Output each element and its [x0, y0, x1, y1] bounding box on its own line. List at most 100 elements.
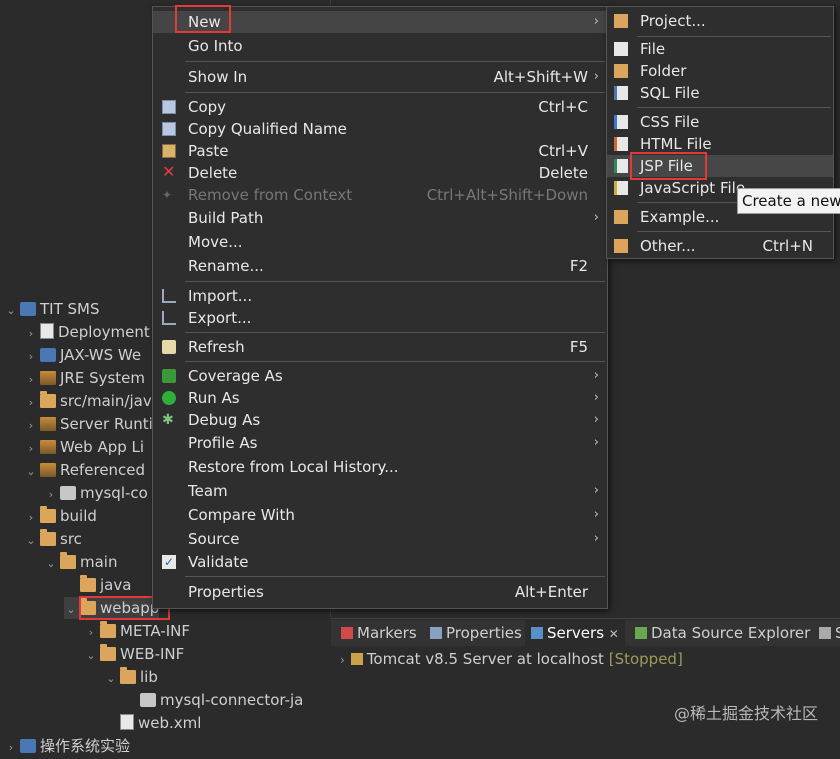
chevron-right-icon[interactable]: › — [24, 392, 38, 414]
tree-item[interactable]: ⌄ Referenced — [24, 459, 145, 481]
new-folder-icon — [614, 64, 628, 78]
menu-item-restore-local-history[interactable]: Restore from Local History... — [153, 456, 607, 478]
menu-item-import[interactable]: Import... — [153, 285, 607, 307]
submenu-item-sql-file[interactable]: SQL File — [607, 82, 833, 104]
menu-item-debug-as[interactable]: ✱ Debug As › — [153, 409, 607, 431]
server-row[interactable]: › Tomcat v8.5 Server at localhost [Stoppe… — [340, 648, 683, 670]
chevron-right-icon[interactable]: › — [340, 653, 345, 667]
menu-label: Team — [188, 482, 228, 500]
tree-item[interactable]: web.xml — [104, 712, 201, 734]
webservice-icon — [40, 348, 56, 362]
submenu-item-css-file[interactable]: CSS File — [607, 111, 833, 133]
tree-item[interactable]: › build — [24, 505, 97, 527]
chevron-right-icon[interactable]: › — [24, 369, 38, 391]
watermark: @稀土掘金技术社区 — [673, 704, 818, 723]
menu-item-remove-from-context: ✦ Remove from Context Ctrl+Alt+Shift+Down — [153, 184, 607, 206]
tooltip: Create a new — [737, 188, 840, 214]
chevron-down-icon[interactable]: ⌄ — [84, 645, 98, 667]
tree-item[interactable]: › src/main/jav — [24, 390, 152, 412]
tree-item[interactable]: › JRE System — [24, 367, 145, 389]
menu-item-export[interactable]: Export... — [153, 307, 607, 329]
menu-item-move[interactable]: Move... — [153, 231, 607, 253]
xml-file-icon — [120, 714, 134, 730]
menu-item-team[interactable]: Team › — [153, 480, 607, 502]
submenu-item-project[interactable]: Project... — [607, 10, 833, 32]
chevron-right-icon[interactable]: › — [24, 323, 38, 345]
chevron-down-icon[interactable]: ⌄ — [44, 553, 58, 575]
menu-label: Export... — [188, 309, 252, 327]
deployment-icon — [40, 323, 54, 339]
tab-snippets[interactable]: S — [813, 620, 840, 646]
tree-item[interactable]: › Server Runti — [24, 413, 153, 435]
submenu-item-file[interactable]: File — [607, 38, 833, 60]
tree-item[interactable]: ⌄ lib — [104, 666, 158, 688]
tree-item[interactable]: › JAX-WS We — [24, 344, 141, 366]
tree-item-label: web.xml — [138, 714, 202, 732]
menu-item-paste[interactable]: Paste Ctrl+V — [153, 140, 607, 162]
close-icon[interactable]: ✕ — [609, 627, 619, 641]
menu-item-show-in[interactable]: Show In Alt+Shift+W › — [153, 66, 607, 88]
chevron-down-icon[interactable]: ⌄ — [24, 461, 38, 483]
remove-context-icon: ✦ — [162, 188, 173, 202]
new-submenu: Project... File Folder SQL File CSS File… — [606, 6, 834, 259]
tab-label: Markers — [357, 624, 417, 642]
menu-label: Import... — [188, 287, 253, 305]
menu-label: JavaScript File — [640, 179, 746, 197]
chevron-right-icon[interactable]: › — [84, 622, 98, 644]
menu-item-validate[interactable]: ✓ Validate — [153, 551, 607, 573]
menu-shortcut: F5 — [569, 338, 588, 356]
tab-servers[interactable]: Servers ✕ — [525, 620, 625, 646]
tree-item[interactable]: ⌄ src — [24, 528, 82, 550]
tree-item[interactable]: › META-INF — [84, 620, 190, 642]
menu-item-coverage-as[interactable]: Coverage As › — [153, 365, 607, 387]
tree-item-project[interactable]: ⌄ TIT SMS — [4, 298, 99, 322]
menu-label: Paste — [188, 142, 229, 160]
menu-item-build-path[interactable]: Build Path › — [153, 207, 607, 229]
tree-item[interactable]: › Web App Li — [24, 436, 144, 458]
chevron-down-icon[interactable]: ⌄ — [24, 530, 38, 552]
menu-item-delete[interactable]: ✕ Delete Delete — [153, 162, 607, 184]
menu-item-compare-with[interactable]: Compare With › — [153, 504, 607, 526]
menu-item-source[interactable]: Source › — [153, 528, 607, 550]
expand-chevron-icon[interactable]: ⌄ — [4, 300, 18, 322]
tree-item[interactable]: ⌄ WEB-INF — [84, 643, 184, 665]
menu-label: SQL File — [640, 84, 700, 102]
menu-item-refresh[interactable]: Refresh F5 — [153, 336, 607, 358]
chevron-right-icon[interactable]: › — [24, 346, 38, 368]
chevron-down-icon[interactable]: ⌄ — [104, 668, 118, 690]
tree-item-project[interactable]: › 操作系统实验 — [4, 735, 130, 757]
submenu-item-other[interactable]: Other... Ctrl+N — [607, 235, 833, 257]
validate-check-icon: ✓ — [162, 555, 176, 569]
tree-item[interactable]: › Deployment — [24, 321, 150, 343]
snippets-icon — [819, 627, 831, 639]
tab-data-source-explorer[interactable]: Data Source Explorer — [629, 620, 810, 646]
menu-item-go-into[interactable]: Go Into — [153, 35, 607, 57]
menu-item-properties[interactable]: Properties Alt+Enter — [153, 581, 607, 603]
submenu-arrow-icon: › — [593, 210, 599, 225]
tab-markers[interactable]: Markers — [335, 620, 417, 646]
tree-item[interactable]: ⌄ main — [44, 551, 117, 573]
submenu-arrow-icon: › — [593, 368, 599, 383]
chevron-right-icon[interactable]: › — [24, 438, 38, 460]
chevron-right-icon[interactable]: › — [4, 737, 18, 759]
tree-item-label: WEB-INF — [120, 645, 185, 663]
chevron-down-icon[interactable]: ⌄ — [64, 599, 78, 621]
tab-properties[interactable]: Properties — [424, 620, 522, 646]
menu-shortcut: Ctrl+Alt+Shift+Down — [426, 186, 588, 204]
folder-icon — [100, 621, 116, 638]
menu-item-rename[interactable]: Rename... F2 — [153, 255, 607, 277]
tree-item[interactable]: › mysql-co — [44, 482, 148, 504]
chevron-right-icon[interactable]: › — [24, 415, 38, 437]
menu-item-run-as[interactable]: Run As › — [153, 387, 607, 409]
menu-item-profile-as[interactable]: Profile As › — [153, 432, 607, 454]
chevron-right-icon[interactable]: › — [24, 507, 38, 529]
chevron-right-icon[interactable]: › — [44, 484, 58, 506]
menu-item-copy-qualified-name[interactable]: Copy Qualified Name — [153, 118, 607, 140]
tree-item[interactable]: mysql-connector-ja — [124, 689, 303, 711]
tree-item[interactable]: java — [64, 574, 131, 596]
menu-label: Run As — [188, 389, 240, 407]
jsp-file-icon — [614, 159, 628, 173]
tree-item-label: Web App Li — [60, 438, 145, 456]
submenu-item-folder[interactable]: Folder — [607, 60, 833, 82]
menu-item-copy[interactable]: Copy Ctrl+C — [153, 96, 607, 118]
